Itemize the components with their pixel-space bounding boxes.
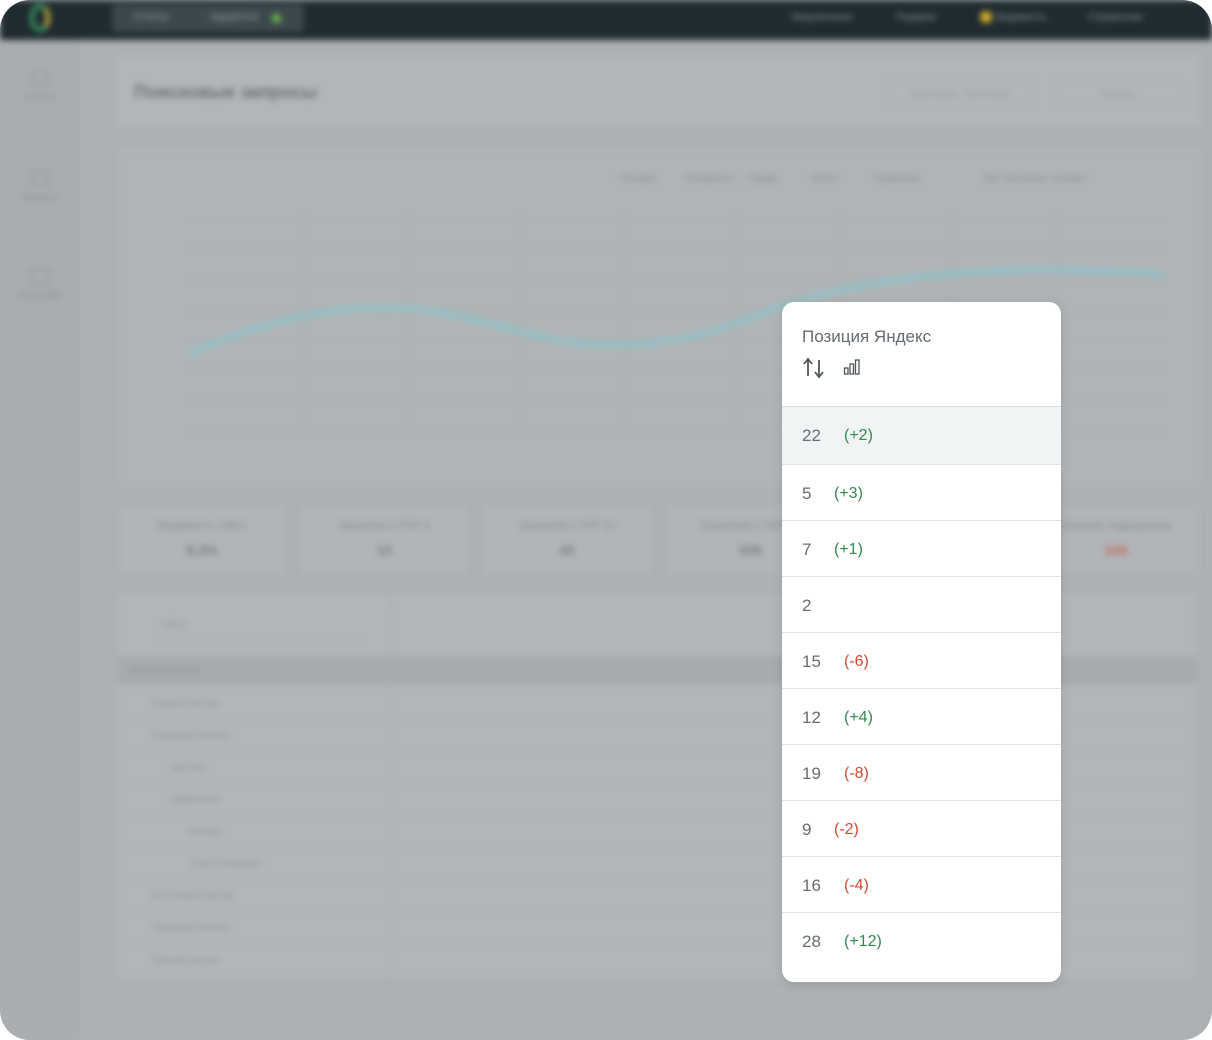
coin-icon <box>980 11 992 23</box>
settings-icon <box>30 268 50 284</box>
search-input[interactable]: Найти <box>160 619 366 638</box>
date-range-button[interactable]: 01.07.2024 - 10.07.2024 <box>884 80 1036 108</box>
position-change: (-8) <box>844 765 869 782</box>
table-row[interactable]: Южный кластер <box>152 698 219 708</box>
position-row[interactable]: 5 (+3) <box>782 464 1061 520</box>
bar-chart-icon[interactable] <box>843 358 861 376</box>
position-row[interactable]: 22 (+2) <box>782 406 1061 464</box>
position-change: (+2) <box>844 427 873 444</box>
position-value: 7 <box>802 540 812 559</box>
top-link-reference[interactable]: Справочник <box>1088 12 1143 23</box>
position-change: (+1) <box>834 541 863 558</box>
position-change: (+12) <box>844 933 882 950</box>
position-row[interactable]: 12 (+4) <box>782 688 1061 744</box>
table-row[interactable]: Прочий кластер <box>152 955 218 965</box>
position-value: 28 <box>802 932 821 951</box>
table-row[interactable]: Детское <box>172 762 205 772</box>
yandex-position-panel: Позиция Яндекс 22 (+2) 5 (+3) 7 (+1) 2 15 (-6) 12… <box>782 302 1061 982</box>
position-value: 15 <box>802 652 821 671</box>
stat-value: 10 <box>376 542 392 558</box>
sort-arrows-icon[interactable] <box>802 357 826 379</box>
table-row[interactable]: Санкт-Петербург <box>190 858 261 868</box>
stat-card: Запросов в TOP 10 45 <box>484 506 650 574</box>
chart-tab-competitors[interactable]: Конкуренты <box>686 173 735 183</box>
chart-tab-compare[interactable]: Сравнение <box>874 173 920 183</box>
position-value: 2 <box>802 596 812 615</box>
sidebar-item-label: Отчеты <box>24 92 56 102</box>
position-change: (-2) <box>834 821 859 838</box>
position-change: (+3) <box>834 485 863 502</box>
position-row[interactable]: 15 (-6) <box>782 632 1061 688</box>
top-link-gifts[interactable]: Подарки <box>896 12 935 23</box>
top-tabs[interactable]: Отчеты Заработок <box>112 4 304 32</box>
stat-value: 8,3% <box>186 542 218 558</box>
top-bar: Отчеты Заработок Уведомления Подарки Вид… <box>0 0 1212 40</box>
position-value: 9 <box>802 820 812 839</box>
sidebar-item-reports[interactable]: Отчеты <box>0 70 80 102</box>
position-change: (+4) <box>844 709 873 726</box>
sidebar-item-label: Проекты <box>21 192 59 202</box>
position-row[interactable]: 2 <box>782 576 1061 632</box>
top-link-notifications[interactable]: Уведомления <box>790 12 853 23</box>
position-row[interactable]: 9 (-2) <box>782 800 1061 856</box>
position-value: 5 <box>802 484 812 503</box>
position-value: 16 <box>802 876 821 895</box>
table-row: Итого в среднем <box>130 665 200 675</box>
chart-tab-tags[interactable]: Метки <box>812 173 837 183</box>
stat-label: Запросов в TOP 10 <box>517 520 616 532</box>
page-title: Поисковые запросы <box>134 82 317 102</box>
position-row[interactable]: 7 (+1) <box>782 520 1061 576</box>
chart-tab-history[interactable]: История <box>620 173 655 183</box>
position-value: 22 <box>802 426 821 445</box>
projects-icon <box>30 170 50 186</box>
sidebar-item-projects[interactable]: Проекты <box>0 170 80 202</box>
stat-label: Видимость сайта <box>158 520 246 532</box>
status-dot <box>272 14 281 23</box>
position-change: (-4) <box>844 877 869 894</box>
tab-reports[interactable]: Отчеты <box>134 12 169 23</box>
position-value: 12 <box>802 708 821 727</box>
column-title: Позиция Яндекс <box>802 327 932 346</box>
position-change: (-6) <box>844 653 869 670</box>
sidebar-item-settings[interactable]: Настройки <box>0 268 80 300</box>
reports-icon <box>30 70 50 86</box>
tab-earnings[interactable]: Заработок <box>210 12 258 23</box>
search-engine-select[interactable]: Все поисковые системы <box>984 173 1085 183</box>
logo <box>30 4 50 32</box>
top-link-visibility[interactable]: Видимость <box>996 12 1047 23</box>
stat-card: Запросов в TOP 3 10 <box>302 506 466 574</box>
sidebar-item-label: Настройки <box>17 290 63 300</box>
stat-value: 45 <box>559 542 575 558</box>
download-button[interactable]: Скачать <box>1054 80 1182 108</box>
sidebar: Отчеты Проекты Настройки <box>0 40 80 1040</box>
position-row[interactable]: 16 (-4) <box>782 856 1061 912</box>
position-list: 22 (+2) 5 (+3) 7 (+1) 2 15 (-6) 12 (+4) 19 (-8) 9 (-2)… <box>782 406 1061 968</box>
screen-frame: Отчеты Заработок Уведомления Подарки Вид… <box>0 0 1212 1040</box>
chart-tab-cities[interactable]: Города <box>748 173 777 183</box>
position-row[interactable]: 28 (+12) <box>782 912 1061 968</box>
table-row[interactable]: Москва <box>190 826 221 836</box>
table-row[interactable]: Северный кластер <box>152 730 230 740</box>
column-divider <box>390 594 391 978</box>
stat-label: Запросов в TOP 3 <box>338 520 430 532</box>
table-row[interactable]: Мебельное <box>172 794 219 804</box>
position-row[interactable]: 19 (-8) <box>782 744 1061 800</box>
table-row[interactable]: Восточный кластер <box>152 890 233 900</box>
position-value: 19 <box>802 764 821 783</box>
table-row[interactable]: Западный кластер <box>152 922 229 932</box>
stat-card: Видимость сайта 8,3% <box>120 506 284 574</box>
